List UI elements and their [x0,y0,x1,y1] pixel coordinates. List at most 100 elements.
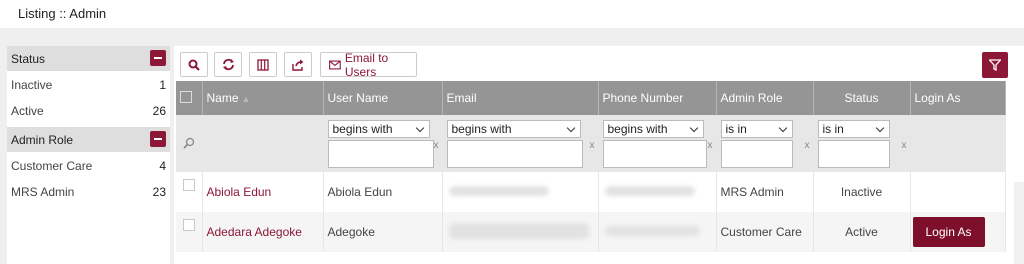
filter-row: begins with x begins with x begins with … [176,115,1006,172]
export-icon [292,59,304,71]
facet-status-label: Status [11,52,46,66]
facet-item-label: Active [11,104,44,118]
facet-sidebar: Status Inactive 1 Active 26 Admin Role C… [7,46,170,264]
facet-admin-role-header: Admin Role [7,127,170,152]
page-title: Listing :: Admin [18,6,107,21]
col-header-username[interactable]: User Name [323,81,443,115]
facet-item-label: Inactive [11,78,53,92]
status-filter-input[interactable] [817,140,890,168]
col-header-phone[interactable]: Phone Number [598,81,717,115]
select-all-cell [176,81,203,115]
admin-table: Name ▲ User Name Email Phone Number Admin… [176,81,1006,252]
filter-username-cell: begins with x [323,115,443,172]
table-header-row: Name ▲ User Name Email Phone Number Admin… [176,81,1006,115]
login-as-button[interactable]: Login As [912,217,985,247]
row-checkbox[interactable] [183,219,195,231]
select-all-checkbox[interactable] [180,90,192,103]
refresh-button[interactable] [214,52,242,77]
clear-status-filter[interactable]: x [902,140,907,151]
col-header-name[interactable]: Name ▲ [202,81,324,115]
redacted-phone [604,186,695,196]
collapse-admin-role-button[interactable] [150,131,166,147]
redacted-email [448,222,589,239]
row-checkbox[interactable] [183,179,195,191]
table-row[interactable]: Adedara Adegoke Adegoke Customer Care Ac… [176,212,1006,252]
login-as-cell: Login As [910,212,1006,252]
facet-item-inactive[interactable]: Inactive 1 [7,71,170,97]
filter-name-cell [202,115,324,172]
col-header-email[interactable]: Email [442,81,599,115]
filter-email-cell: begins with x [442,115,599,172]
filter-search-cell [176,115,203,172]
filter-icon [989,59,1001,71]
row-select-cell [176,212,203,252]
clear-phone-filter[interactable]: x [708,140,713,151]
search-icon [183,137,195,149]
email-operator-select[interactable]: begins with [446,120,581,138]
col-header-login-as[interactable]: Login As [910,81,1006,115]
username-filter-input[interactable] [327,140,434,168]
col-header-status[interactable]: Status [813,81,911,115]
name-cell[interactable]: Abiola Edun [202,172,324,212]
export-button[interactable] [284,52,312,77]
phone-cell [598,212,717,252]
status-cell: Inactive [813,172,911,212]
email-cell [442,172,599,212]
facet-item-active[interactable]: Active 26 [7,97,170,123]
row-select-cell [176,172,203,212]
search-icon [188,59,200,71]
redacted-phone [604,226,700,236]
filter-button[interactable] [982,52,1008,78]
filter-role-cell: is in x [716,115,814,172]
sort-icon: ▲ [241,94,251,104]
facet-status-header: Status [7,46,170,71]
facet-item-count: 23 [152,185,166,199]
scrollbar-track[interactable] [1014,182,1024,264]
name-cell[interactable]: Adedara Adegoke [202,212,324,252]
status-operator-select[interactable]: is in [817,120,890,138]
facet-item-mrs-admin[interactable]: MRS Admin 23 [7,178,170,204]
top-bar: Listing :: Admin [0,0,1024,28]
email-cell [442,212,599,252]
facet-item-count: 1 [159,78,166,92]
admin-role-cell: Customer Care [716,212,814,252]
login-as-cell [910,172,1006,212]
status-cell: Active [813,212,911,252]
columns-button[interactable] [249,52,277,77]
collapse-status-button[interactable] [150,50,166,66]
search-button[interactable] [180,52,208,77]
clear-username-filter[interactable]: x [434,140,439,151]
clear-role-filter[interactable]: x [805,140,810,151]
filter-login-cell [910,115,1006,172]
facet-item-customer-care[interactable]: Customer Care 4 [7,152,170,178]
user-name-link[interactable]: Abiola Edun [203,185,272,199]
admin-role-cell: MRS Admin [716,172,814,212]
table-row[interactable]: Abiola Edun Abiola Edun MRS Admin Inacti… [176,172,1006,212]
username-cell: Abiola Edun [323,172,443,212]
filter-status-cell: is in x [813,115,911,172]
col-header-admin-role[interactable]: Admin Role [716,81,814,115]
role-operator-select[interactable]: is in [720,120,793,138]
phone-cell [598,172,717,212]
envelope-icon [329,60,341,69]
facet-item-count: 26 [152,104,166,118]
email-filter-input[interactable] [446,140,583,168]
email-to-users-label: Email to Users [344,50,389,79]
role-filter-input[interactable] [720,140,793,168]
phone-operator-select[interactable]: begins with [602,120,704,138]
username-operator-select[interactable]: begins with [327,120,430,138]
phone-filter-input[interactable] [602,140,707,168]
clear-email-filter[interactable]: x [590,140,595,151]
username-cell: Adegoke [323,212,443,252]
refresh-icon [222,58,234,71]
user-name-link[interactable]: Adedara Adegoke [203,225,302,239]
listing-panel: Email to Users Name ▲ User Name Email Pho… [174,46,1024,264]
facet-item-label: MRS Admin [11,185,75,199]
filter-phone-cell: begins with x [598,115,717,172]
facet-item-label: Customer Care [11,159,93,173]
facet-item-count: 4 [159,159,166,173]
facet-admin-role-label: Admin Role [11,133,74,147]
redacted-email [448,186,549,196]
columns-icon [257,58,269,71]
email-to-users-button[interactable]: Email to Users [320,50,417,79]
